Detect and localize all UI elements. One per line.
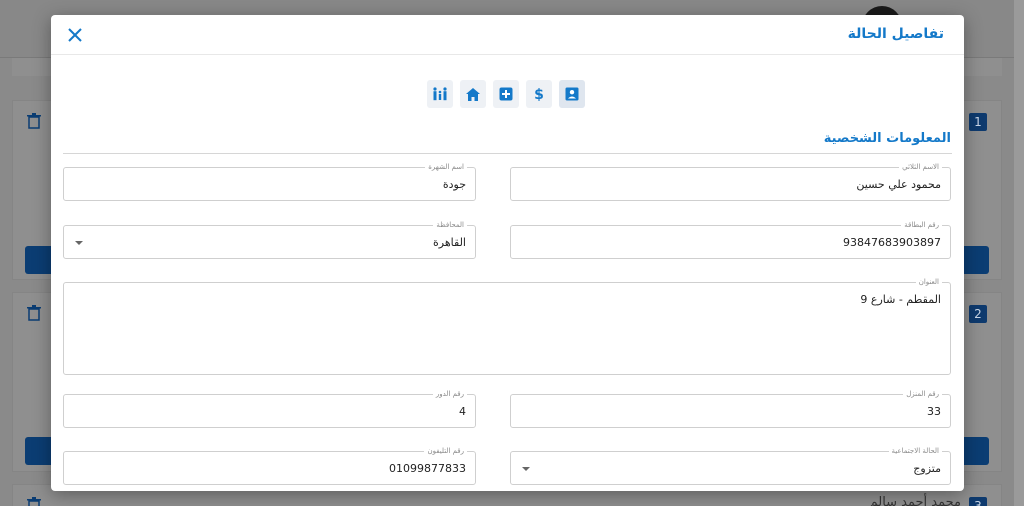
tab-personal-info[interactable] — [559, 80, 585, 108]
field-value: 33 — [927, 405, 941, 418]
field-label: رقم الدور — [432, 389, 467, 399]
tab-family[interactable] — [427, 80, 453, 108]
field-value: محمود علي حسين — [856, 178, 941, 191]
contact-card-icon — [565, 87, 579, 101]
trash-icon[interactable] — [27, 113, 41, 129]
field-value: 01099877833 — [389, 462, 466, 475]
marital-status-select[interactable]: الحالة الاجتماعية متزوج — [510, 446, 951, 485]
field-value: جودة — [442, 178, 466, 191]
chevron-down-icon — [75, 241, 83, 245]
address-textarea[interactable]: العنوان المقطم - شارع 9 — [63, 277, 951, 375]
field-label: العنوان — [915, 277, 942, 287]
field-value: 93847683903897 — [843, 236, 941, 249]
phone-field[interactable]: رقم التليفون 01099877833 — [63, 446, 476, 485]
id-number-field[interactable]: رقم البطاقة 93847683903897 — [510, 220, 951, 259]
governorate-select[interactable]: المحافظة القاهرة — [63, 220, 476, 259]
trash-icon[interactable] — [27, 305, 41, 321]
medical-plus-icon — [499, 87, 513, 101]
field-label: الحالة الاجتماعية — [888, 446, 942, 456]
page-scrollbar[interactable] — [1014, 0, 1024, 506]
field-label: رقم المنزل — [903, 389, 942, 399]
family-icon — [433, 87, 447, 101]
modal-header: تفاصيل الحالة — [51, 15, 964, 55]
field-label: الاسم الثلاثي — [899, 162, 942, 172]
section-divider — [63, 153, 952, 154]
field-label: المحافظة — [433, 220, 467, 230]
case-details-modal: تفاصيل الحالة $ المعلومات الشخصية الاسم … — [51, 15, 964, 491]
case-name: محمد أحمد سالم — [869, 495, 961, 506]
tab-medical[interactable] — [493, 80, 519, 108]
case-number-badge: 2 — [969, 305, 987, 323]
field-label: اسم الشهرة — [425, 162, 467, 172]
dollar-icon: $ — [534, 87, 544, 102]
case-number-badge: 1 — [969, 113, 987, 131]
full-name-field[interactable]: الاسم الثلاثي محمود علي حسين — [510, 162, 951, 201]
chevron-down-icon — [522, 467, 530, 471]
section-tabs: $ — [427, 80, 585, 108]
home-icon — [466, 87, 480, 101]
field-value: القاهرة — [433, 236, 466, 249]
nickname-field[interactable]: اسم الشهرة جودة — [63, 162, 476, 201]
tab-housing[interactable] — [460, 80, 486, 108]
tab-finance[interactable]: $ — [526, 80, 552, 108]
case-number-badge: 3 — [969, 497, 987, 506]
close-icon[interactable] — [65, 25, 85, 45]
field-value: 4 — [459, 405, 466, 418]
modal-title: تفاصيل الحالة — [847, 26, 944, 42]
field-value: المقطم - شارع 9 — [860, 293, 941, 306]
floor-number-field[interactable]: رقم الدور 4 — [63, 389, 476, 428]
field-label: رقم التليفون — [424, 446, 467, 456]
section-title: المعلومات الشخصية — [823, 131, 951, 146]
house-number-field[interactable]: رقم المنزل 33 — [510, 389, 951, 428]
trash-icon[interactable] — [27, 497, 41, 506]
svg-text:$: $ — [534, 87, 544, 102]
field-value: متزوج — [913, 462, 941, 475]
field-label: رقم البطاقة — [901, 220, 942, 230]
